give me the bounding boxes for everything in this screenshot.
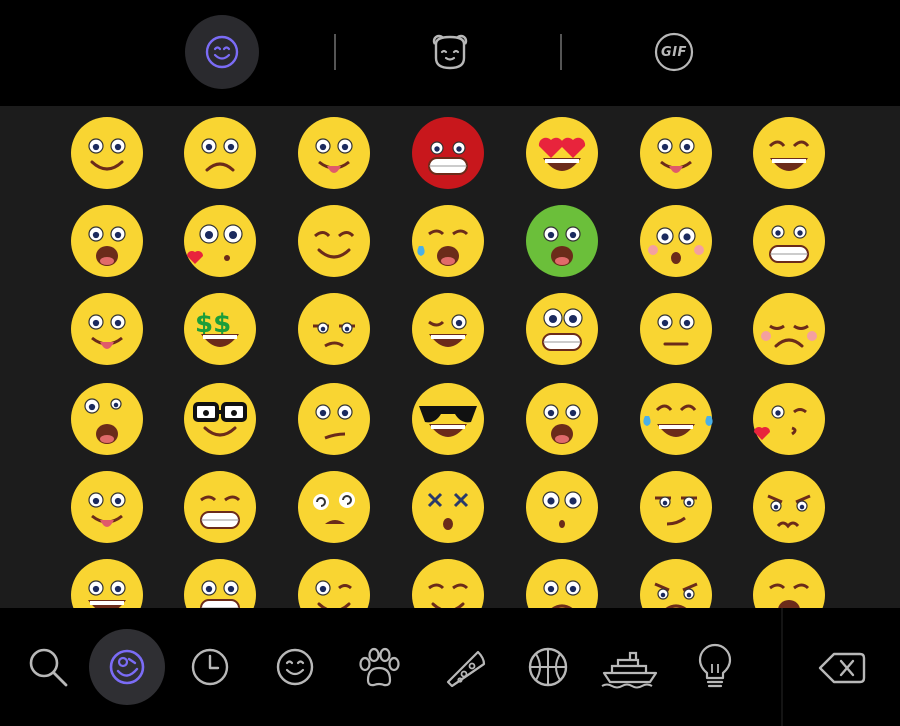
- content-smile-face-emoji[interactable]: [297, 204, 371, 278]
- bear-face-icon: [432, 34, 468, 70]
- gif-label: GIF: [661, 44, 687, 60]
- category-recent[interactable]: [172, 629, 248, 705]
- knocked-out-face-emoji[interactable]: [411, 470, 485, 544]
- surprised-face-emoji[interactable]: [525, 382, 599, 456]
- category-activities[interactable]: [510, 629, 586, 705]
- backspace-icon: [818, 652, 866, 684]
- sad-face-partial-emoji[interactable]: [525, 558, 599, 608]
- smiling-face-emoji[interactable]: [70, 116, 144, 190]
- category-food[interactable]: [428, 629, 504, 705]
- confused-face-emoji[interactable]: [297, 382, 371, 456]
- tab-stickers[interactable]: [413, 15, 487, 89]
- sticker-type-tabs: GIF: [0, 0, 900, 106]
- winking-face-partial-emoji[interactable]: [297, 558, 371, 608]
- winking-tongue-face-emoji[interactable]: [297, 116, 371, 190]
- tab-divider: [334, 34, 336, 70]
- emoji-grid: $$: [0, 106, 900, 608]
- bottom-bar-divider: [781, 608, 783, 726]
- basketball-icon: [528, 647, 568, 687]
- crying-face-emoji[interactable]: [411, 204, 485, 278]
- emoji-category-bar: [0, 608, 900, 726]
- grinning-squint-face-emoji[interactable]: [752, 116, 826, 190]
- crazy-face-emoji[interactable]: [70, 382, 144, 456]
- smirking-face-emoji[interactable]: [639, 470, 713, 544]
- neutral-face-emoji[interactable]: [639, 292, 713, 366]
- smiley-outline-icon: [276, 648, 314, 686]
- lightbulb-icon: [698, 643, 732, 688]
- heart-eyes-face-emoji[interactable]: [525, 116, 599, 190]
- tab-gif[interactable]: GIF: [637, 15, 711, 89]
- category-people[interactable]: [257, 629, 333, 705]
- pleading-blush-face-emoji[interactable]: [639, 204, 713, 278]
- angry-red-face-emoji[interactable]: [411, 116, 485, 190]
- tab-emoji[interactable]: [185, 15, 259, 89]
- goofy-face-emoji[interactable]: [525, 292, 599, 366]
- astonished-face-emoji[interactable]: [70, 204, 144, 278]
- category-animals[interactable]: [341, 629, 417, 705]
- ship-icon: [601, 651, 658, 689]
- drooling-tongue-face-emoji[interactable]: [70, 470, 144, 544]
- tears-of-joy-face-emoji[interactable]: [639, 382, 713, 456]
- category-objects[interactable]: [677, 629, 753, 705]
- category-smileys[interactable]: [89, 629, 165, 705]
- pensive-face-emoji[interactable]: [752, 292, 826, 366]
- angry-face-partial-emoji[interactable]: [639, 558, 713, 608]
- pizza-icon: [446, 650, 486, 688]
- category-travel[interactable]: [592, 629, 668, 705]
- grimacing-face-emoji[interactable]: [183, 470, 257, 544]
- paw-icon: [359, 647, 400, 687]
- skeptical-face-emoji[interactable]: [297, 292, 371, 366]
- flirty-kiss-face-emoji[interactable]: [183, 204, 257, 278]
- tongue-frown-face-emoji[interactable]: [70, 292, 144, 366]
- cool-sunglasses-face-emoji[interactable]: [411, 382, 485, 456]
- happy-face-partial-emoji[interactable]: [183, 558, 257, 608]
- smiling-face-partial-emoji[interactable]: [70, 558, 144, 608]
- upset-face-partial-emoji[interactable]: [752, 558, 826, 608]
- nerd-glasses-face-emoji[interactable]: [183, 382, 257, 456]
- smiley-icon: [205, 35, 239, 69]
- nauseated-green-face-emoji[interactable]: [525, 204, 599, 278]
- kissing-heart-face-emoji[interactable]: [752, 382, 826, 456]
- tongue-out-face-emoji[interactable]: [639, 116, 713, 190]
- category-search[interactable]: [10, 629, 86, 705]
- money-eyes-face-emoji[interactable]: $$: [183, 292, 257, 366]
- dizzy-face-emoji[interactable]: [297, 470, 371, 544]
- smileys-category-icon: [109, 649, 145, 685]
- worried-face-emoji[interactable]: [183, 116, 257, 190]
- winking-laugh-face-emoji[interactable]: [411, 292, 485, 366]
- backspace-button[interactable]: [810, 646, 874, 690]
- tab-divider: [560, 34, 562, 70]
- staring-face-emoji[interactable]: [525, 470, 599, 544]
- annoyed-face-emoji[interactable]: [752, 470, 826, 544]
- big-grin-face-emoji[interactable]: [752, 204, 826, 278]
- relieved-face-partial-emoji[interactable]: [411, 558, 485, 608]
- search-icon: [29, 648, 68, 687]
- clock-icon: [191, 648, 229, 686]
